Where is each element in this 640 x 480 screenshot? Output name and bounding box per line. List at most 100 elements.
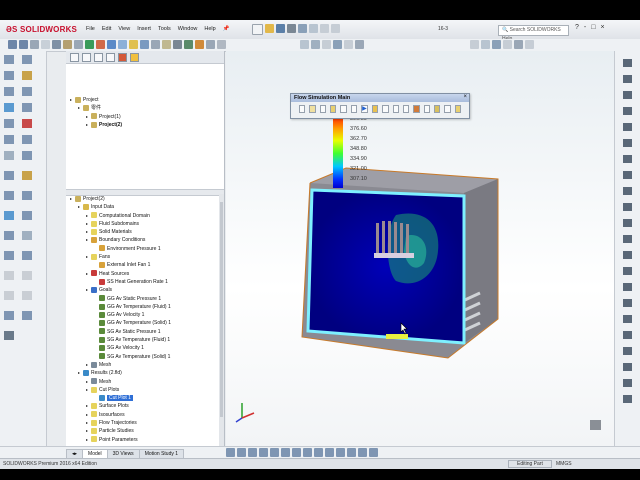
tab-model[interactable]: Model — [82, 449, 108, 458]
tree-item[interactable]: ▸ Fans — [66, 253, 224, 261]
tree-item[interactable]: ▸ Mesh — [66, 361, 224, 369]
results-icon[interactable] — [151, 40, 160, 49]
mass-props-icon[interactable] — [481, 40, 490, 49]
mesh-button[interactable] — [350, 105, 358, 113]
rectangle-tool-icon[interactable] — [248, 448, 257, 457]
section-icon[interactable] — [41, 40, 50, 49]
goals-icon[interactable] — [173, 40, 182, 49]
view-icon[interactable] — [503, 40, 512, 49]
tree-item[interactable]: ▸ Mesh — [66, 378, 224, 386]
left-toolbar-icons[interactable] — [0, 51, 46, 446]
new-project-button[interactable] — [299, 105, 306, 113]
tree-item[interactable]: ▸ Isosurfaces — [66, 411, 224, 419]
tree-item[interactable]: ▸ Particle Studies — [66, 427, 224, 435]
tab-flow-analysis[interactable] — [130, 53, 139, 62]
scrollbar-thumb[interactable] — [220, 202, 223, 417]
offset-tool-icon[interactable] — [292, 448, 301, 457]
tab-motion-study[interactable]: Motion Study 1 — [138, 449, 185, 458]
flow-trajectories-button[interactable] — [402, 105, 410, 113]
tree-item[interactable]: ▸ Project(2) — [66, 121, 224, 129]
heat-source-icon[interactable] — [195, 40, 204, 49]
flow-simulation-toolbar[interactable]: Flow Simulation Main × ▶ — [290, 93, 470, 119]
tree-item[interactable]: ▸ Point Parameters — [66, 436, 224, 444]
fan-icon[interactable] — [217, 40, 226, 49]
tree-item[interactable]: GG Av Static Pressure 1 — [66, 295, 224, 303]
cut-plot-button[interactable] — [382, 105, 389, 113]
options-icon[interactable] — [331, 24, 340, 33]
flow-simulation-toolbar-title[interactable]: Flow Simulation Main — [291, 94, 469, 102]
tree-item[interactable]: GG Av Temperature (Fluid) 1 — [66, 303, 224, 311]
menu-edit[interactable]: Edit — [102, 26, 111, 32]
boundary-icon[interactable] — [206, 40, 215, 49]
tab-feature-tree[interactable] — [70, 53, 79, 62]
measure-icon[interactable] — [470, 40, 479, 49]
search-input[interactable]: 🔍 Search SOLIDWORKS Help — [498, 25, 569, 42]
menu-insert[interactable]: Insert — [137, 26, 151, 32]
tab-configuration[interactable] — [94, 53, 103, 62]
tree-item[interactable]: ▸ Fluid Subdomains — [66, 220, 224, 228]
tab-display-manager[interactable] — [118, 53, 127, 62]
mesh-icon[interactable] — [184, 40, 193, 49]
appearance-icon[interactable] — [85, 40, 94, 49]
view-cube-icon[interactable] — [590, 420, 601, 430]
tab-dimxpert[interactable] — [106, 53, 115, 62]
tree-item[interactable]: ▸ 零件 — [66, 104, 224, 112]
tree-item[interactable]: ▸ Surface Plots — [66, 402, 224, 410]
tree-item[interactable]: SG Av Velocity 1 — [66, 344, 224, 352]
hide-show-icon[interactable] — [74, 40, 83, 49]
tree-item[interactable]: SG Av Static Pressure 1 — [66, 328, 224, 336]
select-icon[interactable] — [309, 24, 318, 33]
tree-item[interactable]: Cut Plot 1 — [66, 394, 224, 402]
load-results-button[interactable] — [371, 105, 379, 113]
close-button[interactable]: × — [600, 24, 604, 31]
tab-property-manager[interactable] — [82, 53, 91, 62]
run-icon[interactable] — [140, 40, 149, 49]
tree-item[interactable]: ▸ Heat Sources — [66, 270, 224, 278]
options-button[interactable] — [454, 105, 462, 113]
menu-file[interactable]: File — [86, 26, 95, 32]
settings-icon[interactable] — [525, 40, 534, 49]
right-toolbar-icons[interactable] — [615, 51, 640, 446]
tree-item[interactable]: ▸ Cut Plots — [66, 386, 224, 394]
dimension-icon[interactable] — [333, 40, 342, 49]
tab-nav-arrows[interactable]: ◂▸ — [66, 449, 84, 458]
tree-item[interactable]: ▸ Project(1) — [66, 113, 224, 121]
render-icon[interactable] — [107, 40, 116, 49]
menu-help[interactable]: Help — [204, 26, 215, 32]
tree-item[interactable]: SG Av Temperature (Fluid) 1 — [66, 336, 224, 344]
line-tool-icon[interactable] — [237, 448, 246, 457]
tree-item[interactable]: ▸ Computational Domain — [66, 212, 224, 220]
xy-plot-button[interactable] — [423, 105, 430, 113]
trim-tool-icon[interactable] — [314, 448, 323, 457]
circle-tool-icon[interactable] — [259, 448, 268, 457]
tree-item[interactable]: ▸ Results (2.fld) — [66, 369, 224, 377]
pattern-tool-icon[interactable] — [325, 448, 334, 457]
zoom-icon[interactable] — [8, 40, 17, 49]
menu-view[interactable]: View — [118, 26, 130, 32]
rebuild-icon[interactable] — [320, 24, 329, 33]
general-settings-button[interactable] — [319, 105, 327, 113]
minimize-button[interactable]: - — [584, 24, 586, 31]
tree-item[interactable]: GG Av Temperature (Solid) 1 — [66, 319, 224, 327]
tree-item[interactable]: ▸ Project(2) — [66, 195, 224, 203]
tree-item[interactable]: ▸ Solid Materials — [66, 228, 224, 236]
computational-domain-button[interactable] — [330, 105, 337, 113]
maximize-button[interactable]: □ — [591, 24, 595, 31]
spline-tool-icon[interactable] — [281, 448, 290, 457]
fluid-subdomain-button[interactable] — [340, 105, 347, 113]
tree-item[interactable]: SG Av Temperature (Solid) 1 — [66, 353, 224, 361]
tree-item[interactable]: ▸ Input Data — [66, 203, 224, 211]
open-icon[interactable] — [265, 24, 274, 33]
display-style-icon[interactable] — [63, 40, 72, 49]
smart-dimension-icon[interactable] — [226, 448, 235, 457]
mirror-tool-icon[interactable] — [303, 448, 312, 457]
trim-icon[interactable] — [344, 40, 353, 49]
report-button[interactable] — [433, 105, 441, 113]
tree-item[interactable]: ▸ Project — [66, 96, 224, 104]
help-icon[interactable]: ? — [575, 24, 579, 31]
menu-window[interactable]: Window — [178, 26, 198, 32]
pin-icon[interactable]: 📌 — [223, 26, 230, 32]
flow-sim-icon[interactable] — [118, 40, 127, 49]
display-icon[interactable] — [514, 40, 523, 49]
tree-item[interactable]: ▸ Flow Trajectories — [66, 419, 224, 427]
